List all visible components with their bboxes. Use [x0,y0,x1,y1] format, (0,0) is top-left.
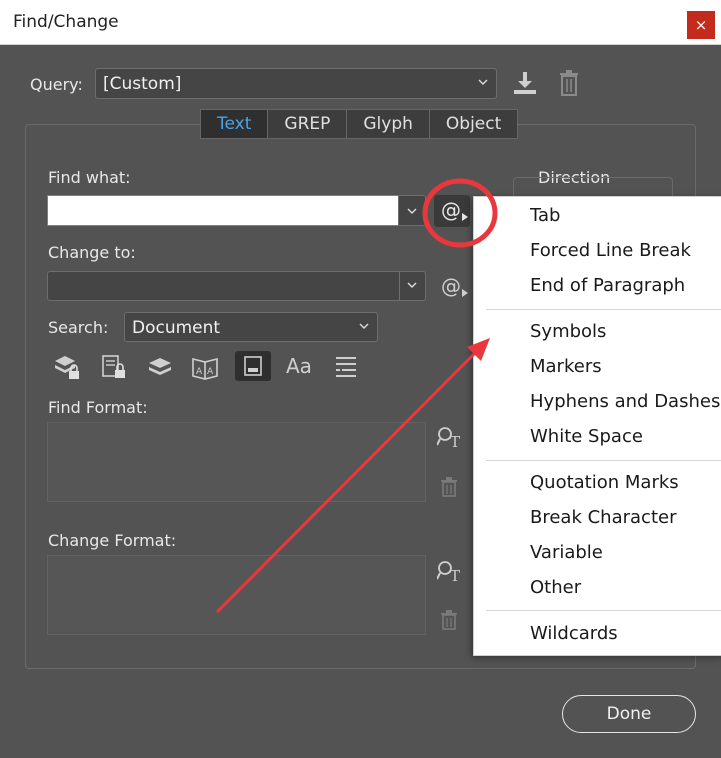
search-scope-value: Document [132,318,221,338]
specify-find-format-icon[interactable]: T [437,426,463,448]
clear-find-format-icon[interactable] [440,477,458,497]
search-scope-select[interactable]: Document [124,312,378,342]
svg-text:T: T [450,567,460,582]
change-to-input[interactable] [47,271,426,301]
query-value: [Custom] [103,74,182,94]
find-what-dropdown[interactable] [398,195,426,226]
clear-change-format-icon[interactable] [440,610,458,630]
title-bar: Find/Change × [0,0,721,45]
case-sensitive-icon[interactable]: Aa [286,354,312,378]
menu-separator [486,309,721,310]
include-footnotes-icon [244,356,262,376]
menu-item-hyphens-and-dashes[interactable]: Hyphens and Dashes [530,391,720,412]
done-button[interactable]: Done [562,695,696,733]
include-master-pages-icon[interactable]: AA [191,354,219,380]
tab-bar: Text GREP Glyph Object [200,109,519,139]
special-characters-menu: Tab Forced Line Break End of Paragraph S… [473,196,721,656]
include-locked-stories-icon[interactable] [101,354,127,380]
specify-change-format-icon[interactable]: T [437,560,463,582]
svg-text:T: T [450,433,460,448]
query-label: Query: [30,75,83,94]
menu-item-forced-line-break[interactable]: Forced Line Break [530,240,691,261]
chevron-down-icon [407,208,417,214]
direction-group [513,177,673,197]
whole-word-icon[interactable] [334,355,358,379]
dropdown-divider [399,272,400,300]
include-hidden-layers-icon[interactable] [147,356,173,378]
special-characters-button[interactable]: @ [434,195,470,227]
menu-separator [486,460,721,461]
save-query-icon[interactable] [512,71,538,95]
search-label: Search: [48,318,109,337]
chevron-down-icon [407,282,417,288]
menu-item-quotation-marks[interactable]: Quotation Marks [530,472,679,493]
window-title: Find/Change [13,12,119,32]
tab-text[interactable]: Text [201,110,269,138]
include-footnotes-button[interactable] [235,351,271,381]
special-characters-button-change[interactable]: @ [434,271,470,303]
tab-glyph[interactable]: Glyph [347,110,430,138]
menu-item-wildcards[interactable]: Wildcards [530,623,618,644]
delete-query-icon[interactable] [559,70,579,96]
find-format-label: Find Format: [48,398,148,417]
find-what-label: Find what: [48,168,131,187]
at-sign-icon: @ [441,274,461,298]
query-select[interactable]: [Custom] [95,68,497,99]
tab-grep[interactable]: GREP [268,110,348,138]
menu-item-symbols[interactable]: Symbols [530,321,606,342]
at-sign-icon: @ [441,198,461,222]
triangle-right-icon [462,289,468,297]
menu-item-other[interactable]: Other [530,577,581,598]
change-to-label: Change to: [48,243,136,262]
change-format-box[interactable] [47,555,426,635]
menu-item-break-character[interactable]: Break Character [530,507,676,528]
menu-separator [486,610,721,611]
close-button[interactable]: × [687,11,715,39]
include-locked-layers-icon[interactable] [53,354,81,380]
change-format-label: Change Format: [48,531,177,550]
menu-item-tab[interactable]: Tab [530,205,560,226]
triangle-right-icon [462,213,468,221]
chevron-down-icon [478,79,488,85]
chevron-down-icon [359,323,369,329]
svg-text:A: A [196,367,203,377]
tab-object[interactable]: Object [430,110,517,138]
find-format-box[interactable] [47,422,426,502]
menu-item-variable[interactable]: Variable [530,542,603,563]
menu-item-end-of-paragraph[interactable]: End of Paragraph [530,275,685,296]
menu-item-white-space[interactable]: White Space [530,426,643,447]
menu-item-markers[interactable]: Markers [530,356,602,377]
svg-text:A: A [207,367,214,377]
find-what-input[interactable] [47,195,399,226]
